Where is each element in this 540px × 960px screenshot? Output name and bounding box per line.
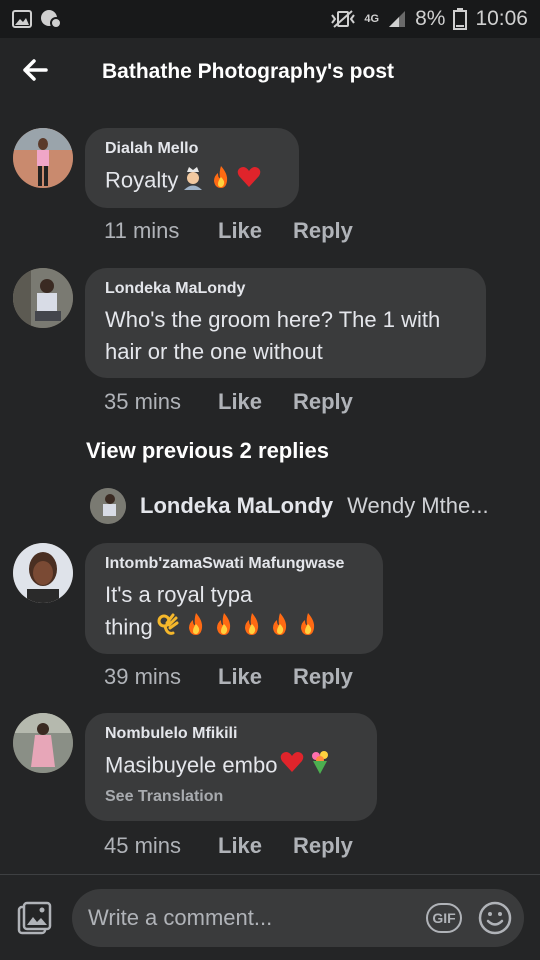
avatar[interactable] xyxy=(13,268,73,328)
red-heart-emoji xyxy=(236,164,262,199)
back-arrow-icon xyxy=(22,58,48,86)
comment-timestamp: 35 mins xyxy=(104,389,182,414)
comment-text: Royalty xyxy=(105,164,279,199)
comment-bubble[interactable]: Nombulelo Mfikili Masibuyele embo See Tr… xyxy=(85,713,377,821)
reply-button[interactable]: Reply xyxy=(293,833,353,859)
avatar[interactable] xyxy=(13,713,73,773)
comment-composer: GIF xyxy=(0,875,540,960)
avatar[interactable] xyxy=(13,543,73,603)
messenger-notification-icon xyxy=(40,9,62,29)
page-title: Bathathe Photography's post xyxy=(102,60,395,83)
comment-text: Who's the groom here? The 1 with hair or… xyxy=(105,307,441,364)
view-previous-replies-link[interactable]: View previous 2 replies xyxy=(86,438,329,464)
network-type-indicator: 4G xyxy=(364,13,380,25)
person-with-crown-emoji xyxy=(180,164,206,199)
comment-timestamp: 39 mins xyxy=(104,664,182,689)
reply-button[interactable]: Reply xyxy=(293,218,353,244)
comment-text: It's a royal typa xyxy=(105,582,253,607)
comment-actions: 35 mins Like Reply xyxy=(104,389,353,415)
battery-icon xyxy=(453,8,468,30)
comment-author[interactable]: Nombulelo Mfikili xyxy=(105,725,357,743)
comment-actions: 39 mins Like Reply xyxy=(104,664,353,690)
like-button[interactable]: Like xyxy=(218,833,293,859)
photo-icon xyxy=(16,901,52,941)
comment-author[interactable]: Dialah Mello xyxy=(105,140,279,158)
comment-author[interactable]: Intomb'zamaSwati Mafungwase xyxy=(105,555,363,573)
red-heart-emoji xyxy=(279,749,305,784)
like-button[interactable]: Like xyxy=(218,664,293,690)
comment-bubble[interactable]: Londeka MaLondy Who's the groom here? Th… xyxy=(85,268,486,378)
fire-emoji xyxy=(295,611,321,646)
reply-button[interactable]: Reply xyxy=(293,664,353,690)
comment-bubble[interactable]: Dialah Mello Royalty xyxy=(85,128,299,208)
reply-preview[interactable]: Londeka MaLondy Wendy Mthe... xyxy=(90,488,489,524)
status-clock: 10:06 xyxy=(475,7,528,30)
comment-author[interactable]: Londeka MaLondy xyxy=(105,280,466,298)
signal-icon xyxy=(387,9,407,29)
like-button[interactable]: Like xyxy=(218,218,293,244)
fire-emoji xyxy=(267,611,293,646)
fire-emoji xyxy=(183,611,209,646)
back-button[interactable] xyxy=(0,38,70,106)
comment-timestamp: 11 mins xyxy=(104,218,180,243)
post-header: Bathathe Photography's post xyxy=(0,38,540,106)
comment-text: Masibuyele embo xyxy=(105,749,357,784)
avatar[interactable] xyxy=(90,488,126,524)
fire-emoji xyxy=(208,164,234,199)
comment-timestamp: 45 mins xyxy=(104,833,182,858)
reply-author[interactable]: Londeka MaLondy xyxy=(140,493,333,519)
vibrate-mute-icon xyxy=(330,9,356,29)
comment-actions: 45 mins Like Reply xyxy=(104,833,353,859)
fire-emoji xyxy=(239,611,265,646)
avatar[interactable] xyxy=(13,128,73,188)
gif-button[interactable]: GIF xyxy=(426,903,462,933)
reply-text-preview: Wendy Mthe... xyxy=(347,493,489,518)
comment-actions: 11 mins Like Reply xyxy=(104,218,353,244)
emoji-button[interactable] xyxy=(478,901,512,935)
comment-text: thing xyxy=(105,611,363,646)
fire-emoji xyxy=(211,611,237,646)
comment-bubble[interactable]: Intomb'zamaSwati Mafungwase It's a royal… xyxy=(85,543,383,654)
gallery-notification-icon xyxy=(12,10,32,28)
bouquet-emoji xyxy=(307,749,333,784)
like-button[interactable]: Like xyxy=(218,389,293,415)
ok-hand-emoji xyxy=(155,611,181,646)
status-bar: 4G 8% 10:06 xyxy=(0,0,540,38)
reply-button[interactable]: Reply xyxy=(293,389,353,415)
smiley-icon xyxy=(478,901,512,939)
battery-percent: 8% xyxy=(415,7,446,30)
see-translation-link[interactable]: See Translation xyxy=(105,788,357,806)
add-photo-button[interactable] xyxy=(16,901,52,937)
